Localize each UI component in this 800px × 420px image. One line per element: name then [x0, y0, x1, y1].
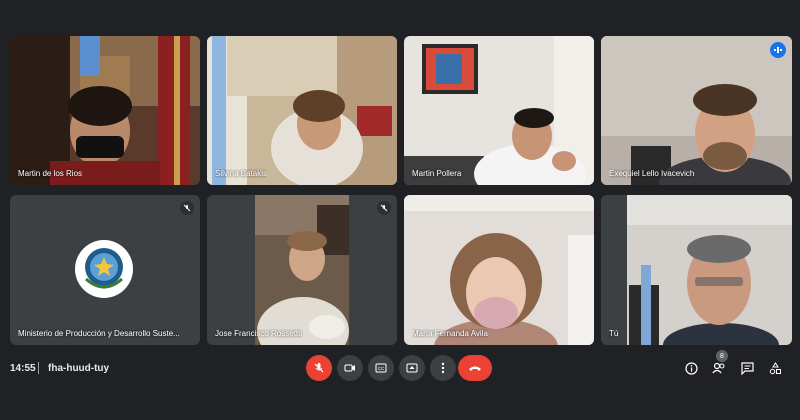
people-count-badge: 8	[716, 350, 728, 362]
participant-name: Martin de los Rios	[18, 169, 83, 178]
participant-name: Jose Francisco Rossetto	[215, 329, 303, 338]
meeting-time: 14:55	[10, 363, 36, 374]
video-feed	[404, 195, 594, 345]
present-screen-icon	[406, 363, 418, 373]
more-options-button[interactable]	[430, 355, 456, 381]
leave-call-button[interactable]	[458, 355, 492, 381]
avatar	[75, 240, 133, 298]
chat-icon	[740, 361, 754, 375]
more-options-icon	[441, 362, 445, 374]
mic-off-icon	[314, 363, 324, 373]
meeting-code: fha-huud-tuy	[48, 363, 110, 374]
speaking-indicator-icon	[770, 42, 786, 58]
participant-grid: Martin de los Rios Silvina Batakis Marti…	[10, 36, 792, 345]
activities-icon	[769, 361, 781, 374]
leave-call-icon	[469, 366, 481, 371]
divider	[38, 362, 39, 374]
activities-button[interactable]	[765, 358, 785, 378]
chat-button[interactable]	[737, 358, 757, 378]
present-screen-button[interactable]	[399, 355, 425, 381]
video-feed	[404, 36, 594, 185]
camera-toggle-button[interactable]	[337, 355, 363, 381]
participant-name: Silvina Batakis	[215, 169, 268, 178]
camera-icon	[344, 364, 355, 372]
participant-tile[interactable]: Jose Francisco Rossetto	[207, 195, 397, 345]
participant-name: Martin Pollera	[412, 169, 462, 178]
video-feed	[207, 36, 397, 185]
participant-tile[interactable]: Exequiel Lello Ivacevich	[601, 36, 792, 185]
captions-icon: CC	[375, 363, 387, 373]
participant-tile[interactable]: Silvina Batakis	[207, 36, 397, 185]
video-feed	[10, 36, 200, 185]
participant-name: Tú	[609, 329, 619, 338]
participant-name: Ministerio de Producción y Desarrollo Su…	[18, 329, 180, 338]
video-feed	[601, 36, 792, 185]
people-icon	[712, 362, 725, 374]
participant-tile[interactable]: Martin de los Rios	[10, 36, 200, 185]
participant-name: María Fernanda Avila	[412, 329, 488, 338]
participant-tile[interactable]: Martin Pollera	[404, 36, 594, 185]
video-feed	[255, 195, 349, 345]
control-bar: 14:55 fha-huud-tuy CC 8	[0, 345, 800, 420]
captions-button[interactable]: CC	[368, 355, 394, 381]
people-button[interactable]: 8	[709, 350, 729, 378]
video-feed	[627, 195, 792, 345]
info-icon	[684, 361, 698, 375]
mic-toggle-button[interactable]	[306, 355, 332, 381]
meeting-details-button[interactable]	[681, 358, 701, 378]
participant-tile[interactable]: María Fernanda Avila	[404, 195, 594, 345]
participant-tile[interactable]: Ministerio de Producción y Desarrollo Su…	[10, 195, 200, 345]
participant-tile[interactable]: Tú	[601, 195, 792, 345]
svg-text:CC: CC	[378, 366, 385, 371]
participant-name: Exequiel Lello Ivacevich	[609, 169, 695, 178]
